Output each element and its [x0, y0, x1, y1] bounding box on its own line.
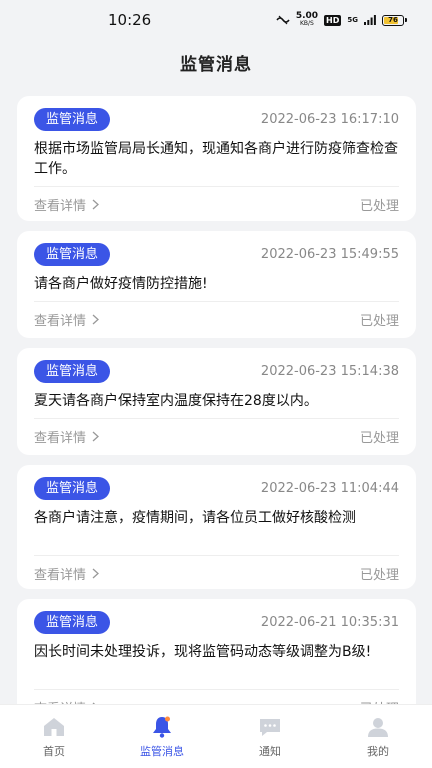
battery-icon: 76 [382, 14, 407, 26]
view-detail-link[interactable]: 查看详情 [34, 310, 99, 329]
chevron-right-icon [92, 568, 99, 578]
message-content: 夏天请各商户保持室内温度保持在28度以内。 [34, 393, 318, 409]
bell-icon [153, 716, 171, 738]
view-detail-link[interactable]: 查看详情 [34, 195, 99, 214]
tab-messages[interactable]: 监管消息 [117, 715, 207, 759]
tab-home[interactable]: 首页 [9, 715, 99, 759]
message-content: 因长时间未处理投诉，现将监管码动态等级调整为B级! [34, 644, 372, 660]
message-tag: 监管消息 [34, 611, 111, 634]
message-time: 2022-06-23 16:17:10 [260, 112, 399, 127]
status-label: 已处理 [359, 430, 399, 446]
hd-badge: HD [324, 14, 342, 26]
message-time: 2022-06-23 15:49:55 [260, 247, 399, 262]
view-detail-label: 查看详情 [34, 198, 87, 214]
status-label: 已处理 [359, 313, 399, 329]
battery-level: 76 [388, 15, 398, 24]
chevron-right-icon [92, 431, 99, 441]
tab-messages-label: 监管消息 [140, 744, 184, 758]
message-card[interactable]: 监管消息 2022-06-23 16:17:10 根据市场监管局局长通知，现通知… [17, 96, 416, 221]
net-speed-value: 5.00 [295, 11, 319, 21]
tab-home-label: 首页 [43, 744, 65, 758]
view-detail-label: 查看详情 [34, 430, 87, 446]
message-tag: 监管消息 [34, 108, 111, 131]
message-list[interactable]: 监管消息 2022-06-23 16:17:10 根据市场监管局局长通知，现通知… [17, 96, 416, 733]
message-time: 2022-06-21 10:35:31 [260, 615, 399, 630]
nfc-icon [276, 15, 290, 25]
net-speed-unit: KB/S [299, 20, 314, 27]
message-content: 请各商户做好疫情防控措施! [34, 276, 208, 292]
chat-icon [260, 718, 280, 736]
message-content: 根据市场监管局局长通知，现通知各商户进行防疫筛查检查工作。 [34, 141, 398, 177]
status-label: 已处理 [359, 567, 399, 583]
message-tag: 监管消息 [34, 243, 111, 266]
message-card[interactable]: 监管消息 2022-06-23 15:14:38 夏天请各商户保持室内温度保持在… [17, 348, 416, 455]
tab-notice-label: 通知 [259, 744, 281, 758]
tab-profile-label: 我的 [367, 744, 389, 758]
signal-icon [364, 15, 376, 25]
message-card[interactable]: 监管消息 2022-06-23 11:04:44 各商户请注意，疫情期间，请各位… [17, 465, 416, 589]
message-tag: 监管消息 [34, 360, 111, 383]
tab-profile[interactable]: 我的 [333, 715, 423, 759]
tab-notice[interactable]: 通知 [225, 715, 315, 759]
message-card[interactable]: 监管消息 2022-06-23 15:49:55 请各商户做好疫情防控措施! 查… [17, 231, 416, 338]
chevron-right-icon [92, 314, 99, 324]
status-time: 10:26 [108, 11, 152, 29]
view-detail-label: 查看详情 [34, 567, 87, 583]
status-bar: 10:26 5.00 KB/S HD 5G 76 [0, 0, 432, 40]
message-tag: 监管消息 [34, 477, 111, 500]
message-time: 2022-06-23 15:14:38 [260, 364, 399, 379]
page-title: 监管消息 [180, 54, 252, 75]
bottom-tab-bar: 首页 监管消息 通知 我的 [0, 704, 432, 768]
message-time: 2022-06-23 11:04:44 [260, 481, 399, 496]
chevron-right-icon [92, 199, 99, 209]
status-icons: 5.00 KB/S HD 5G 76 [276, 12, 407, 28]
status-label: 已处理 [359, 198, 399, 214]
message-content: 各商户请注意，疫情期间，请各位员工做好核酸检测 [34, 510, 356, 526]
signal-type: 5G [347, 16, 358, 24]
user-icon [368, 717, 388, 737]
net-speed: 5.00 KB/S [296, 12, 318, 28]
home-icon [44, 717, 64, 736]
view-detail-link[interactable]: 查看详情 [34, 427, 99, 446]
view-detail-label: 查看详情 [34, 313, 87, 329]
view-detail-link[interactable]: 查看详情 [34, 564, 99, 583]
